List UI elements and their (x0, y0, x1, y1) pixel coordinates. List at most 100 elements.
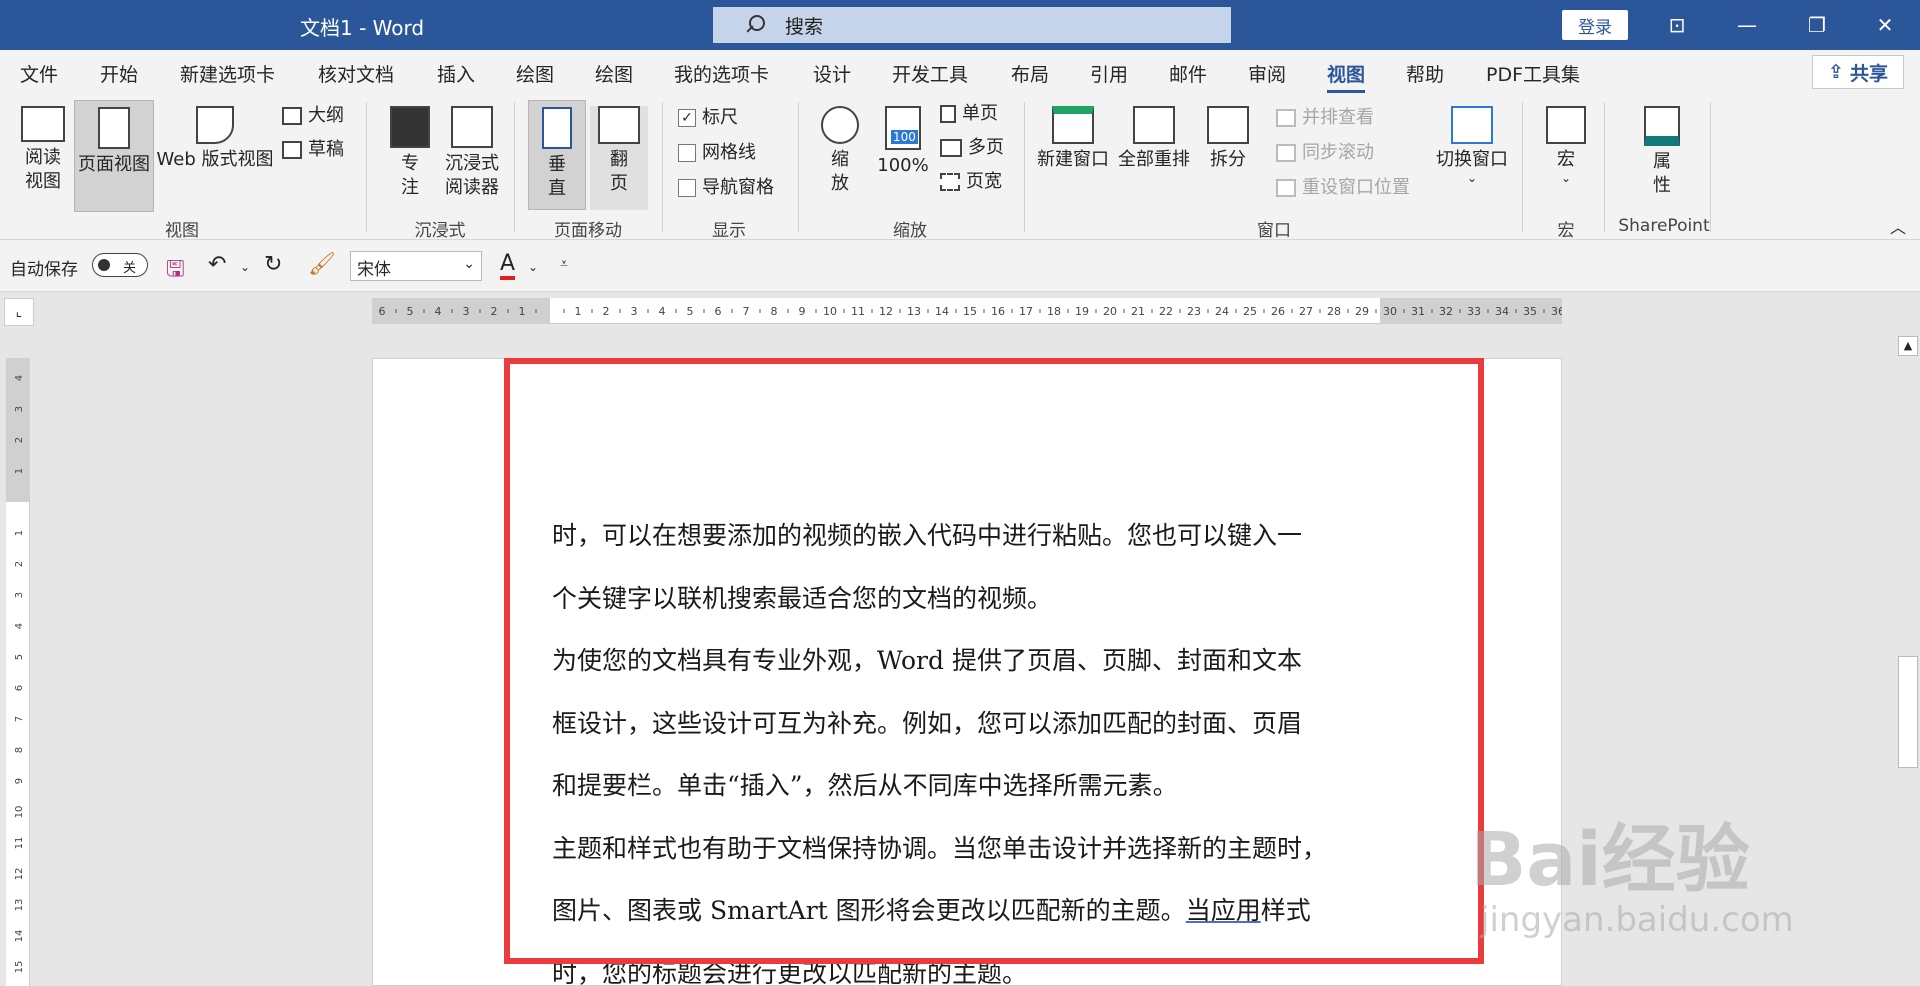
save-icon[interactable]: 🖫 (166, 252, 185, 282)
arrange-all-button[interactable]: 全部重排 (1116, 106, 1192, 172)
web-layout-button[interactable]: Web 版式视图 (156, 106, 274, 172)
outline-label: 大纲 (308, 105, 344, 126)
ribbon-separator (1024, 102, 1025, 232)
horizontal-ruler[interactable]: 6 5 4 3 2 1 1 2 3 4 5 6 7 8 9 10 11 12 13 14 15 16 17 18 19 20 21 2… (372, 298, 1562, 324)
sync-scroll-button[interactable]: 同步滚动 (1276, 141, 1374, 165)
redo-icon[interactable]: ↻ (264, 252, 282, 280)
undo-dropdown-icon[interactable]: ⌄ (240, 260, 250, 288)
ruler-number: 6 (14, 685, 25, 691)
ruler-number: 9 (14, 778, 25, 784)
one-page-button[interactable]: 单页 (940, 102, 998, 126)
gridlines-check[interactable] (678, 144, 696, 162)
arrange-all-label: 全部重排 (1118, 149, 1190, 170)
focus-button[interactable]: 专 注 (384, 106, 436, 200)
ruler-check[interactable]: ✓ (678, 109, 696, 127)
font-name-select[interactable]: 宋体 ⌄ (350, 251, 482, 281)
tab-insert[interactable]: 插入 (437, 60, 475, 87)
sharepoint-properties-icon (1644, 106, 1680, 146)
minimize-icon[interactable]: — (1714, 0, 1780, 50)
ribbon-separator (366, 102, 367, 232)
side-to-side-button[interactable]: 翻 页 (590, 106, 648, 210)
outline-button[interactable]: 大纲 (282, 104, 344, 128)
print-layout-label: 页面视图 (78, 154, 150, 175)
multiple-pages-button[interactable]: 多页 (940, 136, 1004, 160)
font-color-dropdown-icon[interactable]: ⌄ (528, 260, 538, 288)
zoom-100-button[interactable]: 100 100% (872, 106, 934, 178)
ruler-checkbox[interactable]: ✓ 标尺 (678, 106, 738, 130)
ruler-number: 12 (879, 305, 893, 318)
ruler-number: 3 (631, 305, 638, 318)
tab-home[interactable]: 开始 (100, 60, 138, 87)
switch-window-button[interactable]: 切换窗口 ⌄ (1434, 106, 1510, 184)
macros-label: 宏 (1557, 149, 1575, 170)
print-layout-button[interactable]: 页面视图 (74, 100, 154, 212)
immersive-reader-button[interactable]: 沉浸式 阅读器 (440, 106, 504, 200)
tab-layout[interactable]: 布局 (1011, 60, 1049, 87)
close-icon[interactable]: ✕ (1852, 0, 1918, 50)
collapse-ribbon-icon[interactable]: ︿ (1890, 214, 1906, 238)
scroll-up-icon[interactable]: ▲ (1898, 336, 1918, 356)
tab-file[interactable]: 文件 (20, 60, 58, 87)
tab-draw-2[interactable]: 绘图 (595, 60, 633, 87)
vertical-scrollbar[interactable]: ▲ (1896, 334, 1920, 986)
read-mode-button[interactable]: 阅读 视图 (12, 106, 74, 194)
tab-design[interactable]: 设计 (813, 60, 851, 87)
properties-label-1: 属 (1653, 151, 1671, 172)
autosave-toggle[interactable]: 关 (92, 253, 148, 277)
properties-button[interactable]: 属 性 (1640, 106, 1684, 198)
tab-developer[interactable]: 开发工具 (892, 60, 968, 87)
quick-access-toolbar: 自动保存 关 🖫 ↶ ⌄ ↻ 🖌 宋体 ⌄ A ⌄ ⩡ (0, 240, 1920, 292)
tab-pdf-tools[interactable]: PDF工具集 (1486, 60, 1580, 87)
tab-selector-icon[interactable]: ⌞ (4, 298, 34, 326)
outline-icon (282, 107, 302, 125)
tab-new-tab[interactable]: 新建选项卡 (180, 60, 275, 87)
split-button[interactable]: 拆分 (1198, 106, 1258, 172)
draft-button[interactable]: 草稿 (282, 138, 344, 162)
restore-icon[interactable]: ❐ (1784, 0, 1850, 50)
tab-draw[interactable]: 绘图 (516, 60, 554, 87)
gridlines-checkbox[interactable]: 网格线 (678, 141, 756, 165)
tab-references[interactable]: 引用 (1090, 60, 1128, 87)
page-width-button[interactable]: 页宽 (940, 170, 1002, 194)
nav-pane-checkbox[interactable]: 导航窗格 (678, 176, 774, 200)
undo-icon[interactable]: ↶ (208, 252, 226, 280)
reset-window-position-button[interactable]: 重设窗口位置 (1276, 176, 1410, 200)
ribbon-display-icon[interactable]: ⊡ (1644, 0, 1710, 50)
font-color-icon[interactable]: A (500, 252, 516, 280)
focus-icon (390, 106, 430, 148)
ruler-number: 28 (1327, 305, 1341, 318)
tab-view[interactable]: 视图 (1327, 60, 1366, 93)
side-by-side-button[interactable]: 并排查看 (1276, 106, 1374, 130)
multiple-pages-icon (940, 139, 962, 157)
ruler-number: 3 (14, 592, 25, 598)
search-icon (743, 14, 765, 36)
customize-toolbar-icon[interactable]: ⩡ (560, 256, 568, 284)
group-label-sharepoint: SharePoint (1618, 216, 1710, 236)
baidu-watermark: Bai经验 jingyan.baidu.com (1470, 800, 1794, 940)
ruler-number: 5 (14, 654, 25, 660)
tab-mailings[interactable]: 邮件 (1169, 60, 1207, 87)
macros-button[interactable]: 宏 ⌄ (1542, 106, 1590, 184)
ruler-number: 8 (771, 305, 778, 318)
vertical-button[interactable]: 垂 直 (528, 100, 586, 210)
vertical-icon (542, 107, 572, 149)
ruler-number: 18 (1047, 305, 1061, 318)
reset-window-position-icon (1276, 179, 1296, 197)
format-painter-icon[interactable]: 🖌 (308, 252, 336, 280)
scroll-thumb[interactable] (1898, 656, 1918, 768)
nav-pane-check[interactable] (678, 179, 696, 197)
vertical-ruler[interactable]: 4 3 2 1 1 2 3 4 5 6 7 8 9 10 11 12 13 14 15 (6, 358, 30, 986)
page-100-icon: 100 (885, 106, 921, 150)
search-box[interactable]: 搜索 (713, 7, 1231, 43)
tab-help[interactable]: 帮助 (1406, 60, 1444, 87)
tab-review[interactable]: 审阅 (1248, 60, 1286, 87)
tab-proofing[interactable]: 核对文档 (318, 60, 394, 87)
new-window-button[interactable]: 新建窗口 (1036, 106, 1110, 172)
watermark-logo: Bai经验 (1470, 817, 1750, 903)
tab-my-tab[interactable]: 我的选项卡 (674, 60, 769, 87)
zoom-button[interactable]: 缩 放 (812, 106, 868, 196)
ruler-number: 10 (14, 806, 25, 819)
login-button[interactable]: 登录 (1562, 10, 1628, 40)
share-button[interactable]: ⇪ 共享 (1812, 55, 1904, 89)
autosave-label: 自动保存 (10, 260, 78, 280)
